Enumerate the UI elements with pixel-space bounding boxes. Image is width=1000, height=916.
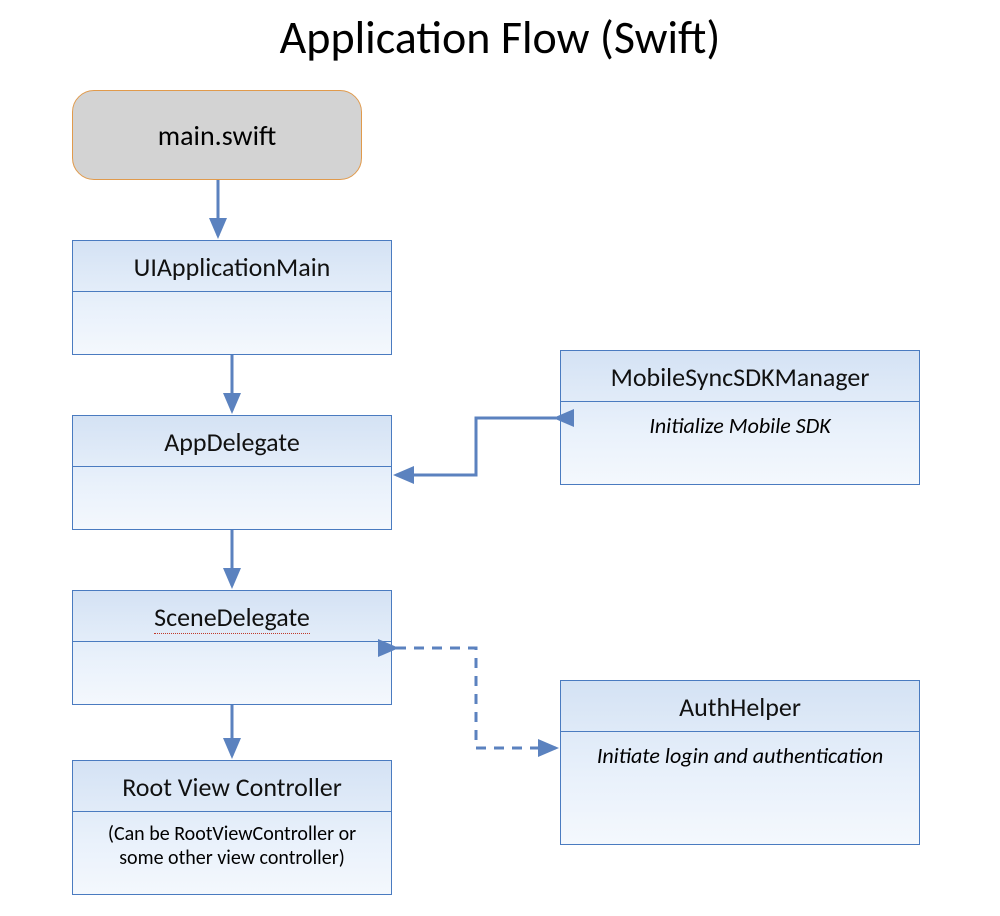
node-authhelper-title: AuthHelper [561,681,919,732]
node-main-swift-label: main.swift [158,118,276,153]
node-sdkmanager-title: MobileSyncSDKManager [561,351,919,402]
node-appdelegate-body [73,467,391,487]
node-authhelper-body: Initiate login and authentication [561,732,919,779]
node-uiapplicationmain: UIApplicationMain [72,240,392,355]
node-scenedelegate: SceneDelegate [72,590,392,705]
node-uiapplicationmain-body [73,292,391,312]
node-rootvc-body: (Can be RootViewController or some other… [73,812,391,880]
node-scenedelegate-title-text: SceneDelegate [154,601,310,634]
node-rootvc-title: Root View Controller [73,761,391,812]
arrow-scenedelegate-authhelper [396,648,556,748]
node-appdelegate-title: AppDelegate [73,416,391,467]
node-authhelper: AuthHelper Initiate login and authentica… [560,680,920,845]
node-sdkmanager-body: Initialize Mobile SDK [561,402,919,449]
arrow-appdelegate-sdkmanager [396,418,556,475]
node-appdelegate: AppDelegate [72,415,392,530]
node-main-swift: main.swift [72,90,362,180]
node-sdkmanager: MobileSyncSDKManager Initialize Mobile S… [560,350,920,485]
node-scenedelegate-title: SceneDelegate [73,591,391,642]
node-uiapplicationmain-title: UIApplicationMain [73,241,391,292]
node-rootvc: Root View Controller (Can be RootViewCon… [72,760,392,895]
diagram-title: Application Flow (Swift) [0,10,1000,66]
node-scenedelegate-body [73,642,391,662]
